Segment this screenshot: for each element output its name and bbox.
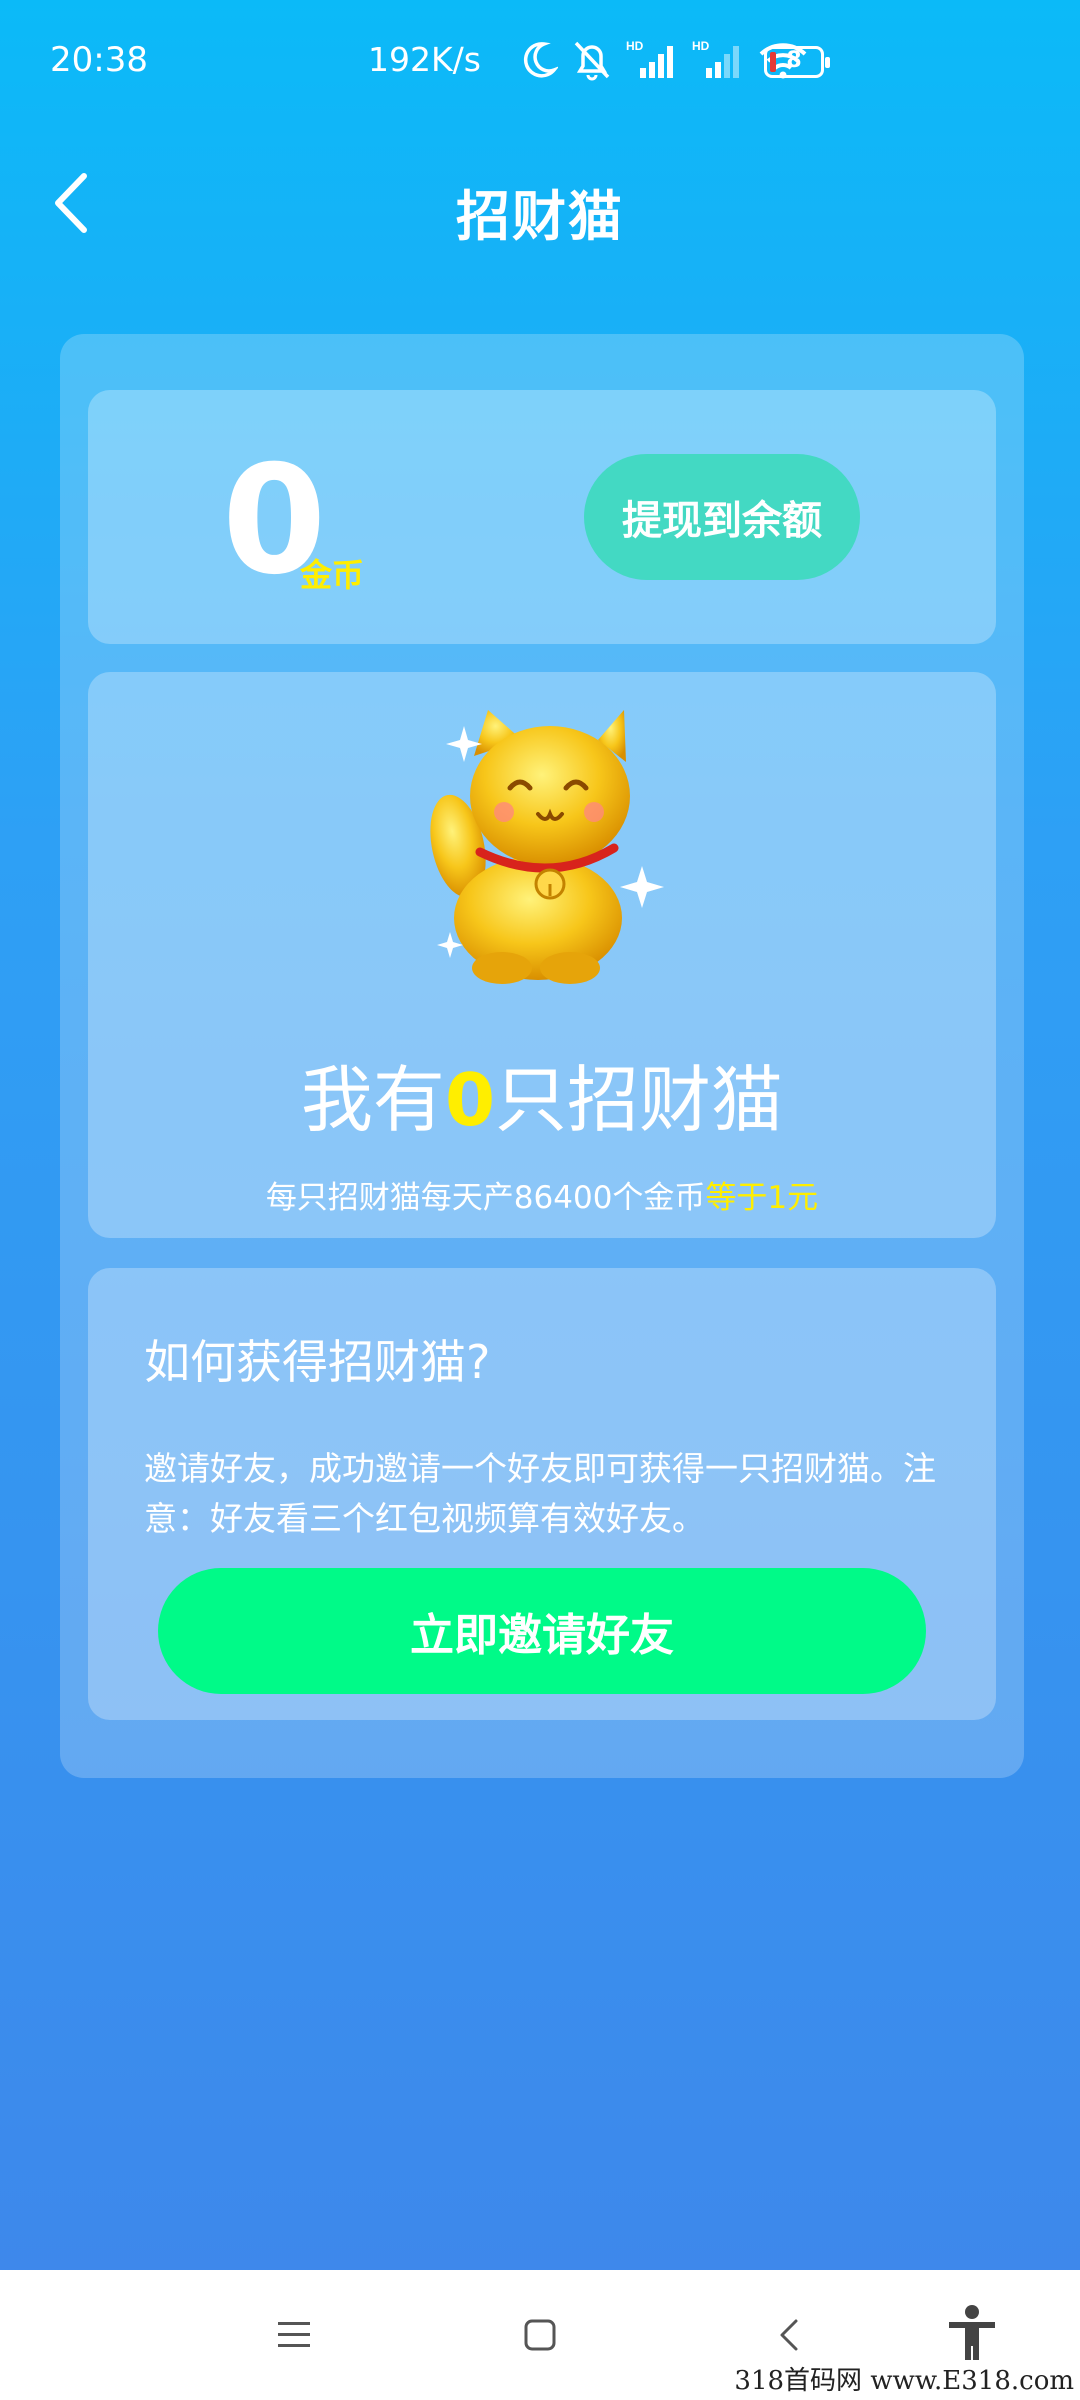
network-speed: 192K/s bbox=[368, 40, 481, 79]
status-bar: 20:38 192K/s HD HD 8 bbox=[0, 0, 1080, 130]
mute-bell-icon bbox=[574, 41, 610, 81]
coin-unit: 金币 bbox=[300, 556, 365, 594]
menu-icon bbox=[278, 2322, 310, 2347]
back-icon bbox=[780, 2319, 798, 2351]
lucky-cat-icon bbox=[430, 710, 664, 984]
nav-menu-button[interactable] bbox=[254, 2270, 334, 2400]
main-panel: 0 金币 提现到余额 我有0只招财猫 每只招财猫每天产86400个金币等于1元 … bbox=[60, 334, 1024, 1778]
navigation-bar: 318首码网 www.E318.com bbox=[0, 2270, 1080, 2400]
cat-count-line: 我有0只招财猫 bbox=[88, 1050, 996, 1150]
cat-description-highlight: 等于1元 bbox=[705, 1180, 819, 1216]
how-to-title: 如何获得招财猫? bbox=[144, 1335, 491, 1389]
svg-text:HD: HD bbox=[626, 39, 644, 53]
page-title: 招财猫 bbox=[456, 185, 624, 248]
home-square-icon bbox=[524, 2319, 556, 2351]
balance-card: 0 金币 提现到余额 bbox=[88, 390, 996, 644]
signal-hd-2-icon: HD bbox=[692, 39, 739, 78]
moon-icon bbox=[523, 42, 558, 78]
status-time: 20:38 bbox=[50, 40, 148, 80]
cat-description: 每只招财猫每天产86400个金币等于1元 bbox=[88, 1172, 996, 1217]
how-to-text: 邀请好友，成功邀请一个好友即可获得一只招财猫。注意：好友看三个红包视频算有效好友… bbox=[144, 1449, 936, 1538]
cat-count-prefix: 我有 bbox=[300, 1058, 445, 1142]
svg-text:HD: HD bbox=[692, 39, 710, 53]
battery-icon: 8 bbox=[764, 46, 830, 78]
cat-count: 0 bbox=[444, 1058, 496, 1142]
signal-hd-1-icon: HD bbox=[626, 39, 673, 78]
lucky-cat-card: 我有0只招财猫 每只招财猫每天产86400个金币等于1元 bbox=[88, 672, 996, 1238]
watermark: 318首码网 www.E318.com bbox=[728, 2360, 1080, 2400]
cat-count-suffix: 只招财猫 bbox=[495, 1058, 784, 1142]
nav-home-button[interactable] bbox=[500, 2270, 580, 2400]
invite-friends-button[interactable]: 立即邀请好友 bbox=[158, 1568, 926, 1694]
cat-description-text: 每只招财猫每天产86400个金币 bbox=[265, 1180, 706, 1216]
accessibility-icon bbox=[949, 2305, 995, 2364]
battery-level: 8 bbox=[786, 48, 802, 73]
withdraw-button[interactable]: 提现到余额 bbox=[584, 454, 860, 580]
how-to-card: 如何获得招财猫? 邀请好友，成功邀请一个好友即可获得一只招财猫。注意：好友看三个… bbox=[88, 1268, 996, 1720]
